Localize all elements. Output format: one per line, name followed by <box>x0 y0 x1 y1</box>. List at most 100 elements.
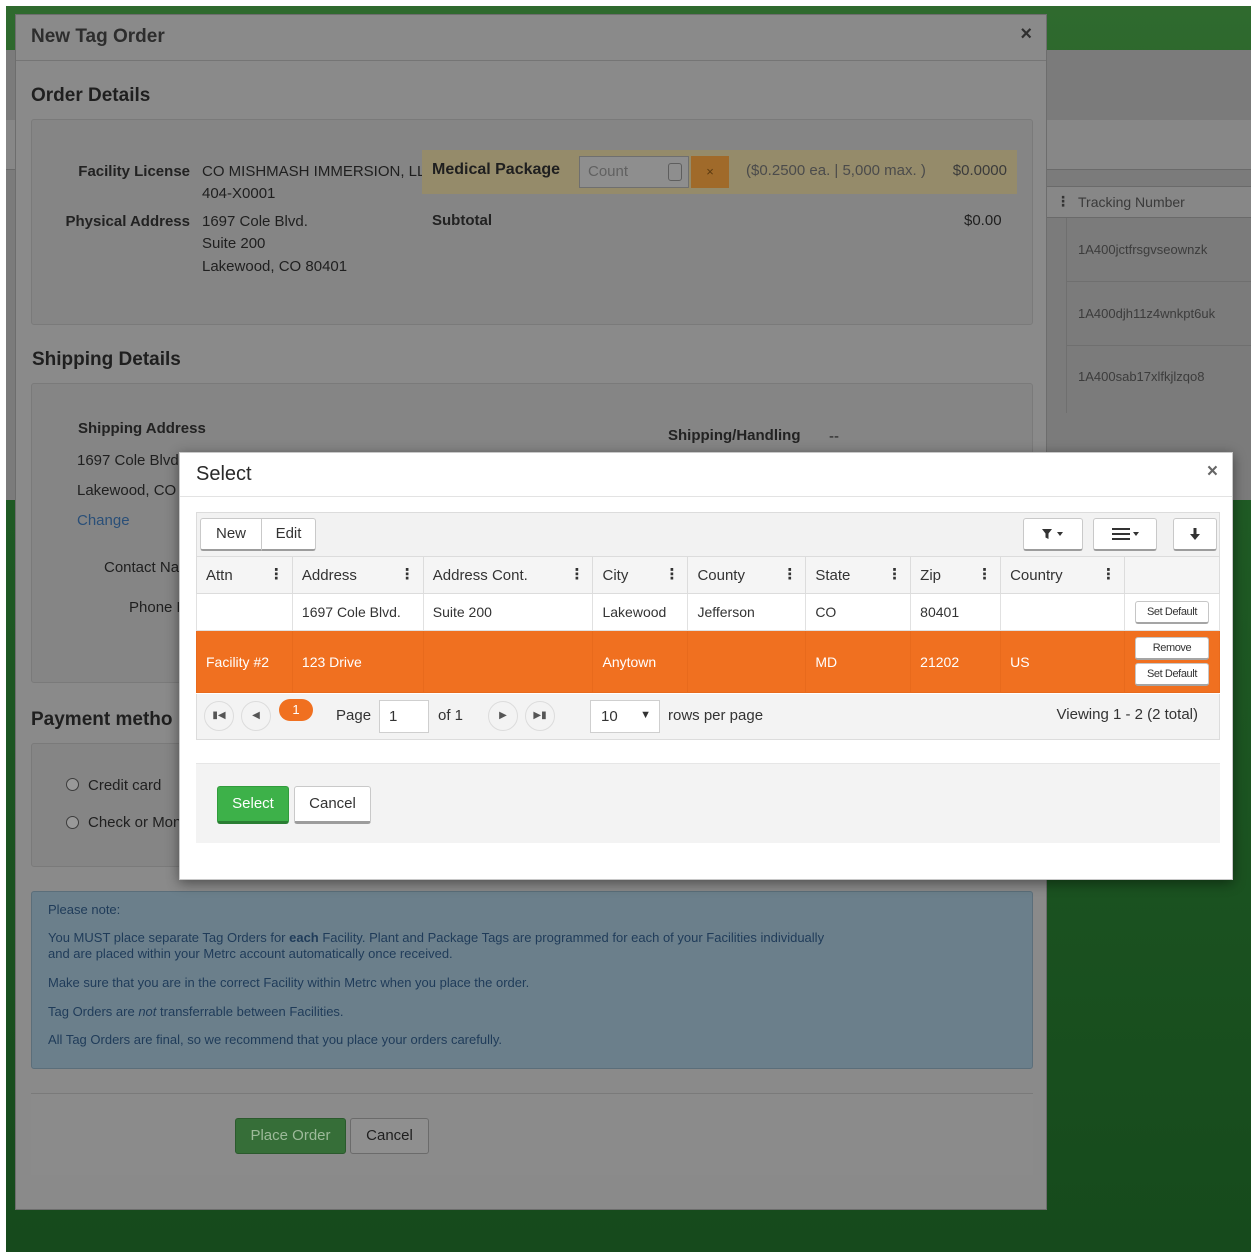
column-menu-icon[interactable]: ⋮ <box>664 565 679 583</box>
page-number-input[interactable]: 1 <box>379 700 429 733</box>
cell-actions: Remove Set Default <box>1123 630 1221 693</box>
rows-per-page-value: 10 <box>601 708 618 725</box>
select-dialog-title: Select <box>196 463 252 485</box>
spinner-icon[interactable] <box>668 163 682 181</box>
column-header-label: Address <box>301 566 357 584</box>
column-menu-icon[interactable]: ⋮ <box>1101 565 1116 583</box>
column-header-city[interactable]: City ⋮ <box>592 556 689 594</box>
please-note-panel: Please note: You MUST place separate Tag… <box>31 891 1033 1069</box>
cell-attn <box>196 593 293 631</box>
place-order-button[interactable]: Place Order <box>235 1118 346 1154</box>
column-header-address[interactable]: Address ⋮ <box>291 556 424 594</box>
package-total: $0.0000 <box>952 162 1007 179</box>
column-header-country[interactable]: Country ⋮ <box>1000 556 1125 594</box>
close-icon[interactable]: × <box>1020 23 1032 46</box>
tracking-row-2: 1A400djh11z4wnkpt6uk <box>1078 306 1216 321</box>
column-header-attn[interactable]: Attn ⋮ <box>196 556 293 594</box>
shipping-details-heading: Shipping Details <box>32 349 181 370</box>
last-page-icon[interactable]: ▶▮ <box>525 701 555 731</box>
change-address-link[interactable]: Change <box>77 510 130 532</box>
row-divider <box>1066 281 1251 282</box>
tracking-row-1: 1A400jctfrsgvseownzk <box>1078 242 1208 257</box>
filter-button[interactable] <box>1023 518 1083 551</box>
edit-button[interactable]: Edit <box>262 518 316 551</box>
column-menu-icon[interactable]: ⋮ <box>977 565 992 583</box>
column-header-label: Address Cont. <box>432 566 528 584</box>
column-header-label: Country <box>1010 566 1063 584</box>
clear-count-button[interactable]: × <box>691 156 729 188</box>
note-line-2: and are placed within your Metrc account… <box>48 946 453 961</box>
first-page-icon[interactable]: ▮◀ <box>204 701 234 731</box>
note-line-1-pre: You MUST place separate Tag Orders for <box>48 930 290 945</box>
grid-header-row: Attn ⋮ Address ⋮ Address Cont. ⋮ City ⋮ Coun… <box>196 556 1221 594</box>
next-page-icon[interactable]: ▶ <box>488 701 518 731</box>
address-line-2: Suite 200 <box>202 235 266 252</box>
table-row-selected[interactable]: Facility #2 123 Drive Anytown MD 21202 U… <box>196 630 1221 693</box>
note-line-1: You MUST place separate Tag Orders for e… <box>48 930 824 945</box>
select-button[interactable]: Select <box>217 786 289 824</box>
note-line-5: All Tag Orders are final, so we recommen… <box>48 1032 503 1047</box>
column-menu-icon[interactable]: ⋮ <box>569 565 584 583</box>
shipping-handling-value: -- <box>829 428 839 445</box>
select-address-dialog: Select × New Edit Attn ⋮ Address ⋮ Addre… <box>179 452 1233 880</box>
prev-page-icon[interactable]: ◀ <box>241 701 271 731</box>
column-header-label: Attn <box>206 566 233 584</box>
table-row[interactable]: 1697 Cole Blvd. Suite 200 Lakewood Jeffe… <box>196 593 1221 631</box>
column-menu-icon[interactable]: ⋮ <box>269 565 284 583</box>
cancel-order-button[interactable]: Cancel <box>350 1118 429 1154</box>
column-menu-icon[interactable]: ⋮ <box>887 565 902 583</box>
price-info: ($0.2500 ea. | 5,000 max. ) <box>746 162 926 179</box>
set-default-button[interactable]: Set Default <box>1134 663 1209 686</box>
order-details-heading: Order Details <box>31 85 151 106</box>
count-input[interactable]: Count <box>579 156 689 188</box>
remove-button[interactable]: Remove <box>1134 637 1209 660</box>
download-button[interactable] <box>1173 518 1217 551</box>
column-header-county[interactable]: County ⋮ <box>687 556 807 594</box>
column-menu-icon[interactable]: ⋮ <box>782 565 797 583</box>
select-dialog-title-bar: Select × <box>180 453 1232 497</box>
rows-per-page-label: rows per page <box>668 707 764 724</box>
subtotal-value: $0.00 <box>964 212 1002 229</box>
cancel-button[interactable]: Cancel <box>294 786 371 824</box>
credit-card-label: Credit card <box>88 777 162 794</box>
filter-icon <box>1042 529 1063 540</box>
cell-state: CO <box>805 593 912 631</box>
cell-zip: 21202 <box>910 630 1002 693</box>
column-menu-icon[interactable]: ⋮ <box>400 565 415 583</box>
cell-address-cont <box>422 630 594 693</box>
medical-package-row: Medical Package Count × ($0.2500 ea. | 5… <box>422 150 1017 194</box>
note-line-4-post: transferrable between Facilities. <box>156 1004 344 1019</box>
note-title: Please note: <box>48 902 121 917</box>
select-dialog-footer: Select Cancel <box>196 763 1220 843</box>
cell-address: 1697 Cole Blvd. <box>291 593 424 631</box>
column-header-address-cont[interactable]: Address Cont. ⋮ <box>422 556 594 594</box>
note-line-4: Tag Orders are not transferrable between… <box>48 1004 344 1019</box>
set-default-button[interactable]: Set Default <box>1134 600 1209 624</box>
credit-card-radio[interactable] <box>66 778 79 791</box>
close-icon[interactable]: × <box>1207 461 1218 483</box>
cell-country: US <box>1000 630 1125 693</box>
columns-menu-button[interactable] <box>1093 518 1157 551</box>
dialog-title: New Tag Order <box>31 26 165 47</box>
contact-name-label: Contact Na <box>104 559 180 576</box>
cell-attn: Facility #2 <box>196 630 293 693</box>
column-header-state[interactable]: State ⋮ <box>805 556 912 594</box>
column-header-zip[interactable]: Zip ⋮ <box>910 556 1002 594</box>
check-radio[interactable] <box>66 816 79 829</box>
current-page-badge[interactable]: 1 <box>279 699 313 721</box>
page-of-label: of 1 <box>438 707 464 724</box>
physical-address-label: Physical Address <box>65 213 190 230</box>
note-line-1-post: Facility. Plant and Package Tags are pro… <box>318 930 825 945</box>
viewing-summary: Viewing 1 - 2 (2 total) <box>1056 706 1198 723</box>
note-line-4-pre: Tag Orders are <box>48 1004 139 1019</box>
tracking-number-header: ⋮ Tracking Number <box>1046 186 1251 218</box>
check-label: Check or Mon <box>88 814 182 831</box>
list-menu-icon <box>1112 528 1139 541</box>
cell-city: Anytown <box>592 630 689 693</box>
column-header-label: Zip <box>920 566 942 584</box>
count-placeholder: Count <box>588 163 629 180</box>
subtotal-label: Subtotal <box>432 212 492 229</box>
new-button[interactable]: New <box>200 518 262 551</box>
rows-per-page-select[interactable]: 10 ▼ <box>590 700 660 733</box>
column-header-label: County <box>697 566 745 584</box>
